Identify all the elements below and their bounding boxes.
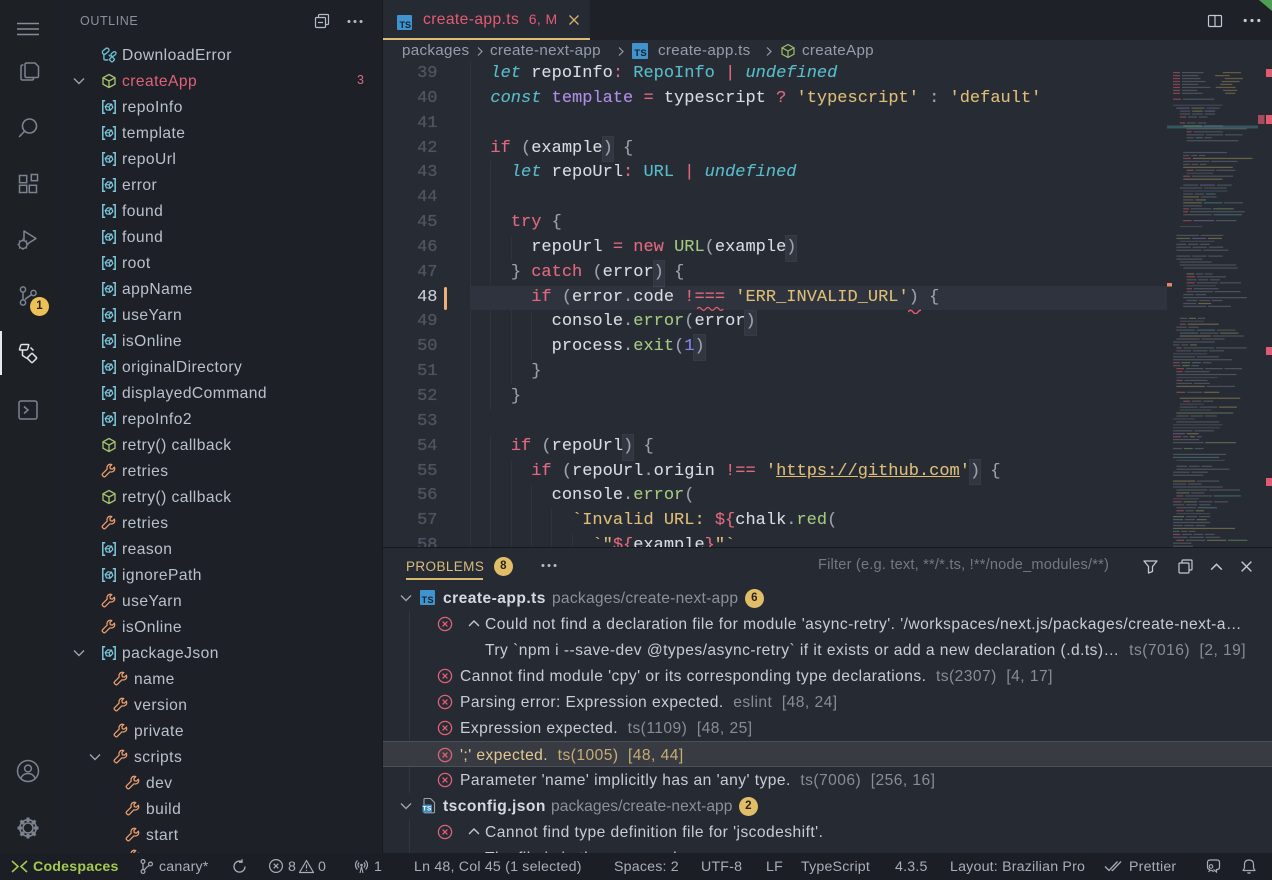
svg-text:TS: TS	[423, 806, 432, 813]
